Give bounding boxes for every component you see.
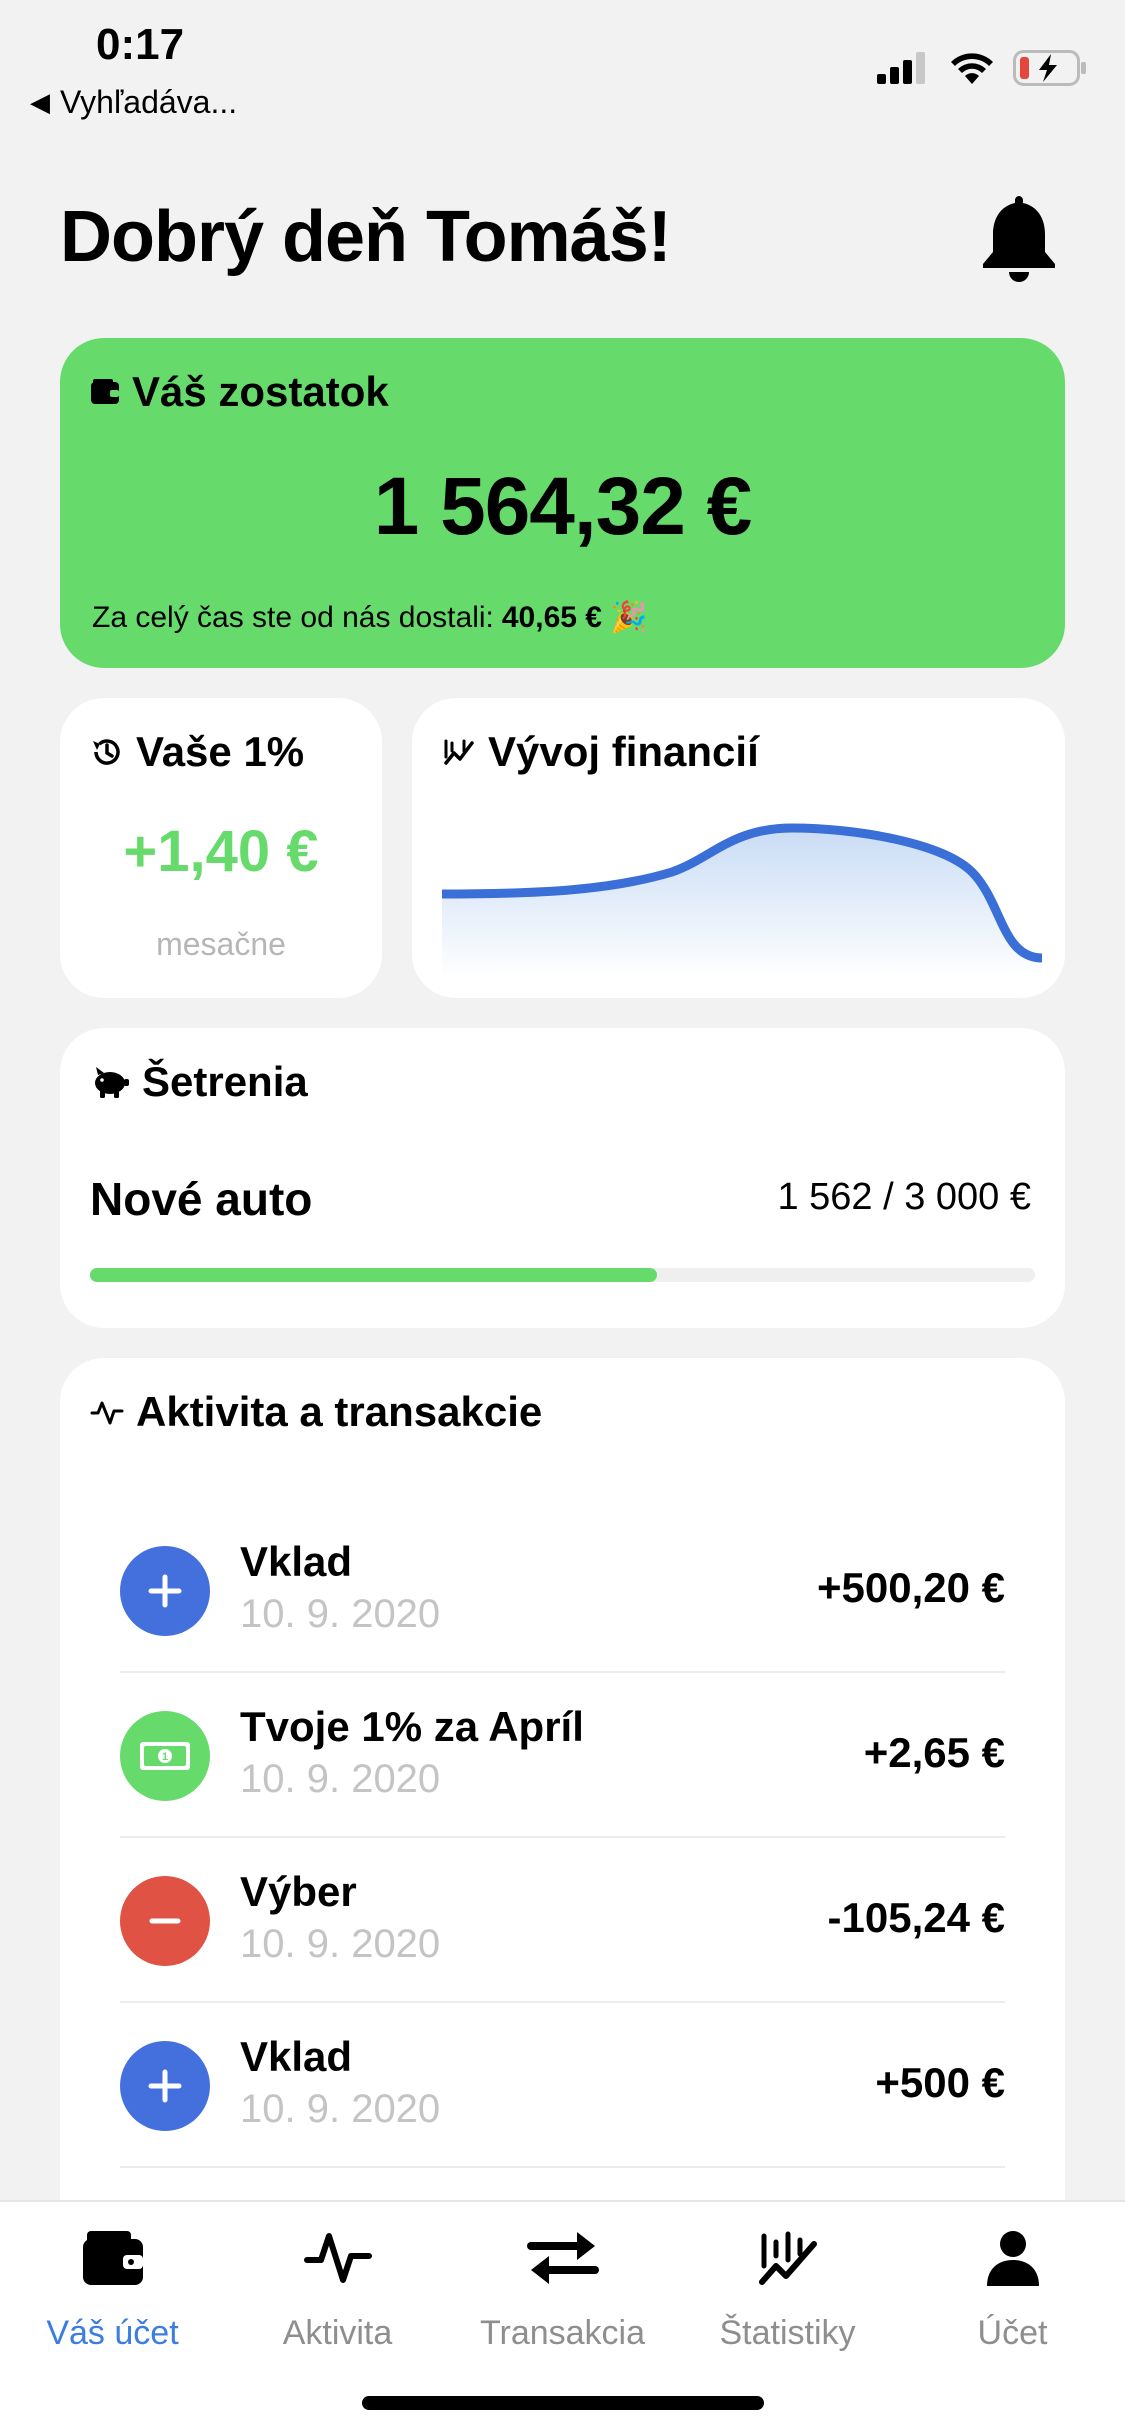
savings-goal-name: Nové auto — [90, 1173, 313, 1225]
transaction-title: Výber — [240, 1868, 357, 1915]
activity-pulse-icon — [90, 1401, 124, 1425]
back-triangle-icon: ◀ — [30, 87, 50, 117]
battery-charging-icon — [1013, 50, 1086, 86]
finance-card-header: Vývoj financií — [442, 728, 759, 776]
tab-label: Transakcia — [479, 2314, 646, 2352]
savings-progress-fill — [90, 1268, 657, 1282]
banknote-icon: 1 — [120, 1711, 210, 1801]
page-title: Dobrý deň Tomáš! — [60, 197, 672, 277]
bell-icon — [983, 196, 1055, 282]
withdrawal-minus-icon — [120, 1876, 210, 1966]
balance-note-value: 40,65 € — [501, 600, 602, 634]
transaction-date: 10. 9. 2020 — [240, 2087, 441, 2131]
wallet-icon — [91, 379, 119, 404]
balance-note: Za celý čas ste od nás dostali: 40,65 € … — [92, 600, 647, 635]
percent-card[interactable]: Vaše 1% +1,40 € mesačne — [60, 698, 382, 998]
savings-progress-bar — [90, 1268, 1035, 1282]
piggy-bank-icon — [95, 1067, 129, 1098]
cellular-signal-icon — [877, 52, 925, 84]
transaction-amount: +2,65 € — [863, 1729, 1005, 1776]
balance-note-text: Za celý čas ste od nás dostali: — [92, 600, 494, 634]
balance-card-header: Váš zostatok — [90, 368, 389, 416]
tab-label: Štatistiky — [719, 2314, 856, 2352]
status-bar: 0:17 ◀ Vyhľadáva... — [0, 0, 1125, 130]
tab-ucet[interactable]: Účet — [900, 2220, 1125, 2353]
savings-card[interactable]: Šetrenia Nové auto 1 562 / 3 000 € — [60, 1028, 1065, 1328]
finance-card[interactable]: Vývoj financií — [412, 698, 1065, 998]
back-link-label: Vyhľadáva... — [60, 84, 238, 120]
tab-label: Váš účet — [46, 2314, 179, 2352]
home-indicator[interactable] — [362, 2396, 764, 2410]
finance-sparkline — [442, 823, 1042, 978]
savings-goal-progress-text: 1 562 / 3 000 € — [777, 1176, 1031, 1218]
wallet-icon — [0, 2220, 225, 2296]
activity-card-header[interactable]: Aktivita a transakcie — [90, 1388, 542, 1436]
tab-vas-ucet[interactable]: Váš účet — [0, 2220, 225, 2353]
notifications-button[interactable] — [979, 192, 1059, 282]
balance-title: Váš zostatok — [132, 368, 389, 415]
tab-statistiky[interactable]: Štatistiky — [675, 2220, 900, 2353]
svg-text:1: 1 — [162, 1751, 168, 1763]
history-icon — [93, 739, 120, 765]
transaction-row[interactable]: Výber 10. 9. 2020 -105,24 € — [120, 1838, 1005, 2003]
deposit-plus-icon — [120, 2041, 210, 2131]
transaction-amount: -105,24 € — [827, 1894, 1005, 1941]
status-icons — [877, 50, 1087, 86]
savings-card-header: Šetrenia — [90, 1058, 308, 1106]
transaction-title: Vklad — [240, 2033, 353, 2080]
tab-transakcia[interactable]: Transakcia — [450, 2220, 675, 2353]
party-popper-icon: 🎉 — [609, 601, 648, 634]
transaction-title: Vklad — [240, 1538, 353, 1585]
transaction-title: Tvoje 1% za Apríl — [240, 1703, 584, 1750]
transaction-date: 10. 9. 2020 — [240, 1922, 441, 1966]
finance-title: Vývoj financií — [488, 728, 759, 775]
balance-card[interactable]: Váš zostatok 1 564,32 € Za celý čas ste … — [60, 338, 1065, 668]
savings-title: Šetrenia — [142, 1058, 308, 1105]
percent-title: Vaše 1% — [136, 728, 305, 775]
transaction-list: Vklad 10. 9. 2020 +500,20 € 1 Tvoje 1% z… — [120, 1508, 1005, 2168]
deposit-plus-icon — [120, 1546, 210, 1636]
back-to-search-link[interactable]: ◀ Vyhľadáva... — [30, 84, 237, 121]
transaction-date: 10. 9. 2020 — [240, 1757, 441, 1801]
user-icon — [900, 2220, 1125, 2296]
transaction-row[interactable]: Vklad 10. 9. 2020 +500,20 € — [120, 1508, 1005, 1673]
transaction-amount: +500,20 € — [816, 1564, 1005, 1611]
status-time: 0:17 — [96, 20, 185, 69]
tab-label: Účet — [977, 2314, 1048, 2352]
transaction-row[interactable]: 1 Tvoje 1% za Apríl 10. 9. 2020 +2,65 € — [120, 1673, 1005, 1838]
percent-card-header: Vaše 1% — [90, 728, 304, 776]
transaction-row[interactable]: Vklad 10. 9. 2020 +500 € — [120, 2003, 1005, 2168]
percent-value: +1,40 € — [123, 819, 319, 884]
activity-title: Aktivita a transakcie — [136, 1388, 543, 1435]
percent-subtitle: mesačne — [156, 926, 286, 962]
tab-aktivita[interactable]: Aktivita — [225, 2220, 450, 2353]
stats-icon — [675, 2220, 900, 2296]
transfer-icon — [450, 2220, 675, 2296]
activity-icon — [225, 2220, 450, 2296]
tab-label: Aktivita — [282, 2314, 393, 2352]
chart-trend-icon — [444, 739, 474, 765]
transaction-amount: +500 € — [875, 2059, 1005, 2106]
balance-amount: 1 564,32 € — [373, 461, 753, 552]
transaction-date: 10. 9. 2020 — [240, 1592, 441, 1636]
wifi-icon — [951, 53, 993, 84]
